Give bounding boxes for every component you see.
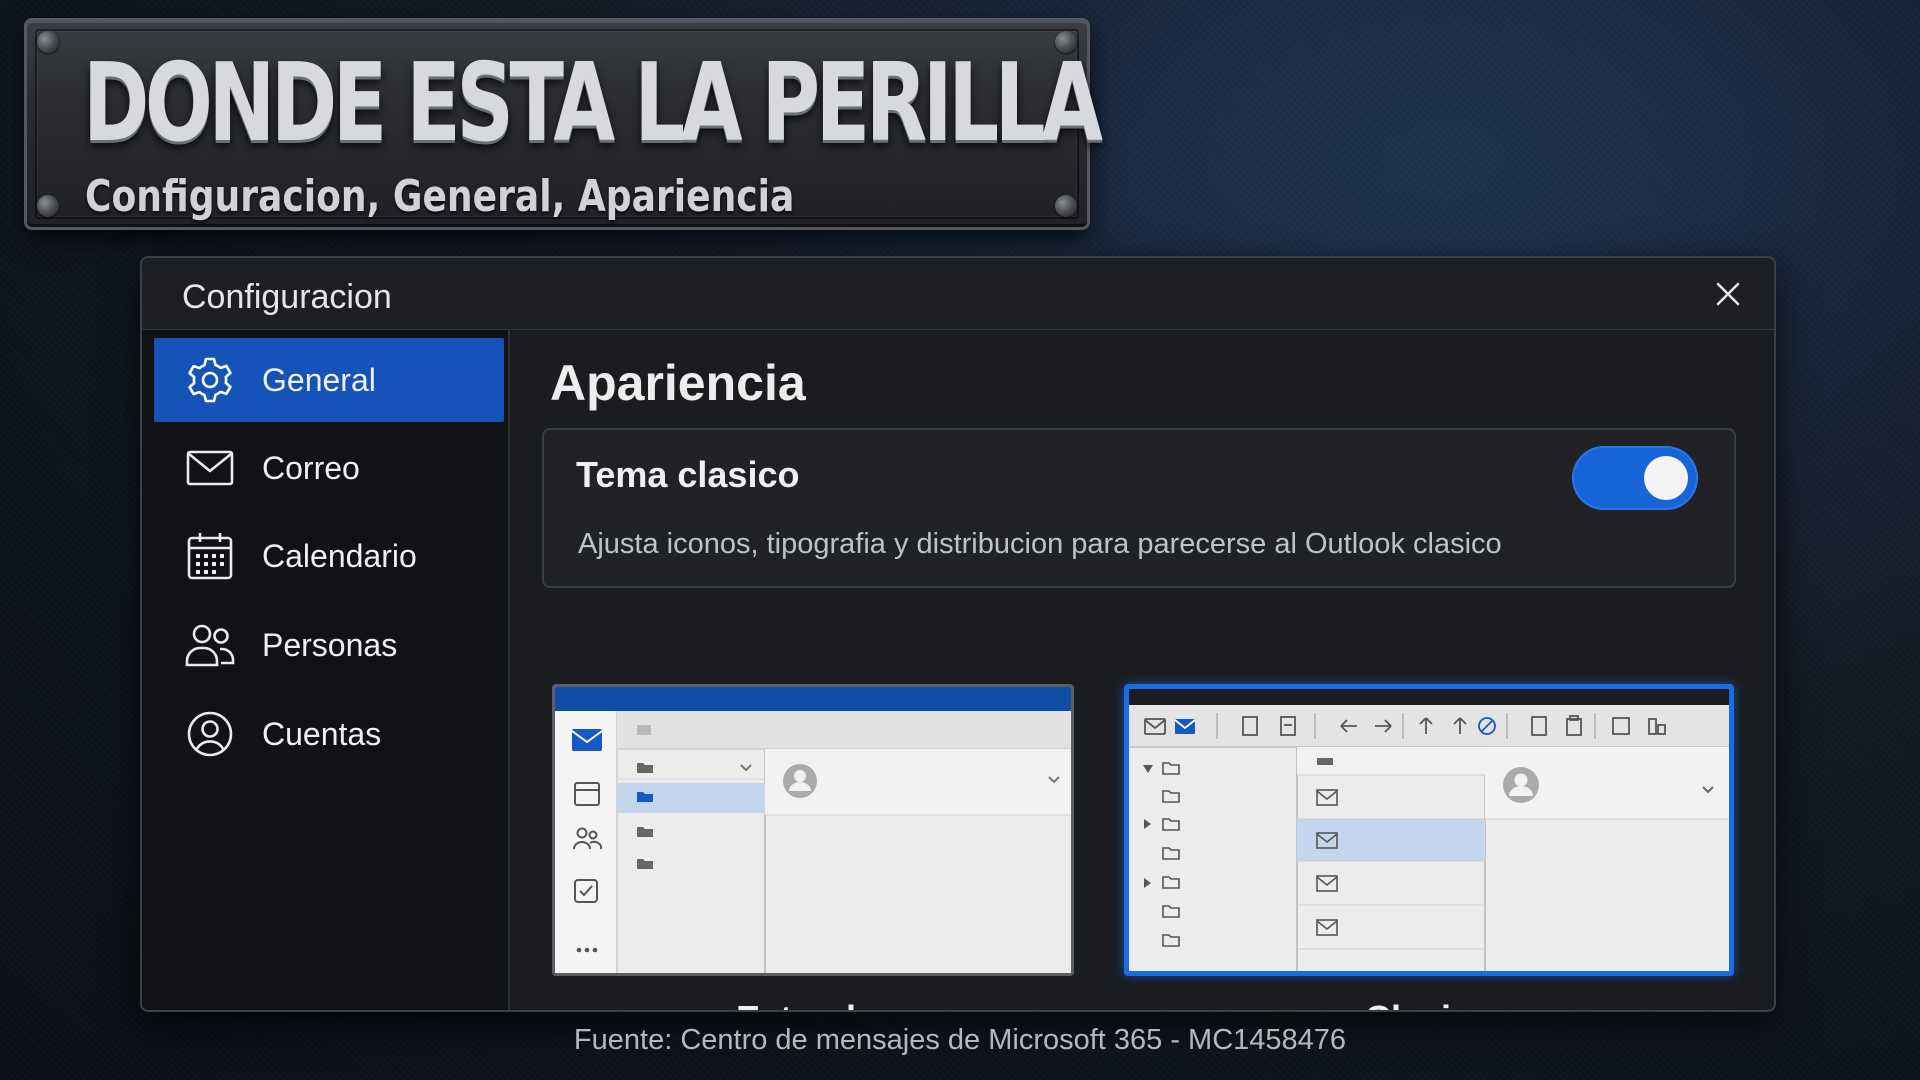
mail-icon bbox=[182, 440, 238, 496]
rivet bbox=[1055, 195, 1077, 217]
calendar-icon bbox=[182, 528, 238, 584]
settings-content: Apariencia Tema clasico Ajusta iconos, t… bbox=[512, 330, 1774, 1010]
classic-theme-card: Tema clasico Ajusta iconos, tipografia y… bbox=[542, 428, 1736, 588]
banner-title: DONDE ESTA LA PERILLA bbox=[83, 41, 1103, 166]
rivet bbox=[37, 31, 59, 53]
account-icon bbox=[182, 706, 238, 762]
close-icon bbox=[1716, 282, 1740, 306]
preview-classic[interactable] bbox=[1124, 684, 1734, 976]
close-button[interactable] bbox=[1708, 274, 1748, 314]
setting-description: Ajusta iconos, tipografia y distribucion… bbox=[578, 528, 1502, 560]
sidebar-item-personas[interactable]: Personas bbox=[154, 603, 504, 687]
toggle-knob bbox=[1644, 456, 1688, 500]
sidebar-item-label: Calendario bbox=[262, 537, 417, 574]
rivet bbox=[37, 195, 59, 217]
classic-theme-toggle[interactable] bbox=[1572, 446, 1698, 510]
sidebar-item-label: Correo bbox=[262, 449, 360, 486]
dialog-header: Configuracion bbox=[142, 258, 1774, 330]
section-title: Apariencia bbox=[550, 355, 806, 411]
sidebar-item-label: Personas bbox=[262, 626, 398, 663]
settings-sidebar: General Correo Calendario Personas Cuent… bbox=[142, 330, 510, 1010]
preview-label-classic: Clasico bbox=[1124, 998, 1734, 1010]
dialog-title: Configuracion bbox=[182, 278, 392, 316]
classic-layout-thumbnail bbox=[1129, 689, 1729, 971]
std-mail-icon bbox=[571, 729, 603, 751]
preview-standard[interactable] bbox=[552, 684, 1074, 976]
source-caption: Fuente: Centro de mensajes de Microsoft … bbox=[573, 1024, 1347, 1056]
standard-layout-thumbnail bbox=[555, 687, 1071, 973]
sidebar-item-calendario[interactable]: Calendario bbox=[154, 514, 504, 598]
title-banner: DONDE ESTA LA PERILLA Configuracion, Gen… bbox=[24, 18, 1103, 230]
preview-label-standard: Estandar bbox=[512, 998, 1114, 1010]
sidebar-item-cuentas[interactable]: Cuentas bbox=[154, 692, 504, 776]
people-icon bbox=[182, 617, 238, 673]
sidebar-item-correo[interactable]: Correo bbox=[154, 426, 504, 510]
settings-dialog: Configuracion General Correo Calendario … bbox=[140, 256, 1776, 1012]
setting-title: Tema clasico bbox=[576, 454, 800, 495]
sidebar-item-label: General bbox=[262, 361, 376, 398]
banner-subtitle: Configuracion, General, Apariencia bbox=[85, 171, 795, 222]
sidebar-item-label: Cuentas bbox=[262, 715, 382, 752]
gear-icon bbox=[182, 352, 238, 408]
sidebar-item-general[interactable]: General bbox=[154, 338, 504, 422]
